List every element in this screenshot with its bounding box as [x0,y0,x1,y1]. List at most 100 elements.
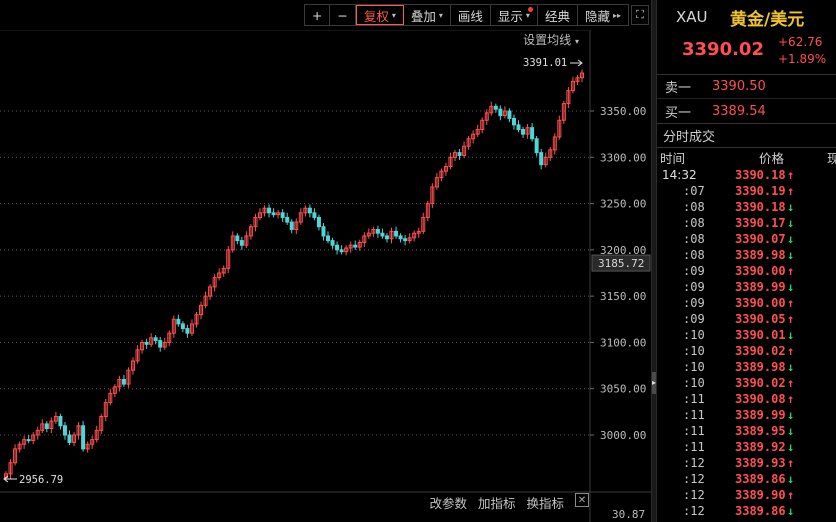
tick-price: 3390.18 [735,200,786,214]
chevron-down-icon: ▾ [438,10,443,20]
arrow-up-icon: ↑ [787,184,795,198]
ticks-title-label: 分时成交 [663,130,716,145]
arrow-up-icon: ↑ [787,344,795,358]
arrow-down-icon: ↓ [787,280,795,294]
classic-button[interactable]: 经典 [538,5,578,25]
notification-dot-icon [527,7,533,12]
candle-body [280,212,285,218]
display-label: 显示 [497,8,523,24]
arrow-up-icon: ↑ [787,376,795,390]
candle-body [498,108,503,117]
draw-line-button[interactable]: 画线 [451,5,491,25]
collapse-handle-icon[interactable]: ▸ [652,372,656,394]
candle-body [457,152,462,156]
candle-body [507,110,512,119]
tick-time: :08 [683,200,705,214]
candle-body [375,228,380,234]
column-time: 时间 [660,150,686,166]
candle-body [271,212,276,216]
candle-body [339,249,344,253]
arrow-down-icon: ↓ [787,408,795,422]
candle-body [153,337,158,342]
double-chevron-right-icon: ▸▸ [612,10,621,20]
hide-button[interactable]: 隐藏 ▸▸ [578,5,628,25]
fullscreen-button[interactable]: ⛶ [631,5,649,25]
indicator-toolbar: 改参数 加指标 换指标 ✕ [429,493,589,512]
column-volume: 现 [827,150,836,166]
switch-indicator-button[interactable]: 换指标 [526,493,564,512]
candle-body [144,341,149,345]
tick-price: 3390.00 [735,264,786,278]
tick-row: :11 3390.08 ↑ [657,392,836,408]
arrow-up-icon: ↑ [787,168,795,182]
sell-one-price: 3390.50 [712,79,766,94]
tick-row: :10 3390.02 ↑ [657,376,836,392]
candle-body [62,425,67,436]
candle-body [326,235,331,242]
tick-list: 14:32 3390.18 ↑:07 3390.19 ↑:08 3390.18 ↓:08 33… [657,168,836,520]
tick-row: :10 3389.98 ↓ [657,360,836,376]
tick-time: :07 [683,184,705,198]
tick-time: :09 [683,312,705,326]
tick-row: :09 3389.99 ↓ [657,280,836,296]
sell-one-label: 卖一 [665,81,692,96]
tick-time: :11 [683,392,705,406]
tick-row: :09 3390.00 ↑ [657,264,836,280]
tick-price: 3389.99 [735,280,786,294]
tick-time: :12 [683,488,705,502]
close-indicator-button[interactable]: ✕ [575,493,589,507]
arrow-up-icon: ↑ [787,264,795,278]
tick-row: :12 3389.93 ↑ [657,456,836,472]
y-tick-label: 3050.00 [600,383,646,396]
price-change-percent: +1.89% [778,52,827,66]
tick-row: :08 3389.98 ↓ [657,248,836,264]
candle-body [285,216,290,223]
adjust-rights-button[interactable]: 复权 ▾ [355,5,404,25]
candle-body [185,328,190,334]
y-tick-label: 3100.00 [600,336,646,349]
tick-row: :08 3390.07 ↓ [657,232,836,248]
tick-time: 14:32 [662,168,697,182]
add-indicator-button[interactable]: 加指标 [478,493,516,512]
tick-time: :10 [683,328,705,342]
candle-body [267,207,272,214]
tick-row: :07 3390.19 ↑ [657,184,836,200]
arrow-down-icon: ↓ [787,472,795,486]
candle-body [335,244,340,251]
chevron-down-icon: ▾ [391,10,396,20]
tick-price: 3389.86 [735,472,786,486]
arrow-down-icon: ↓ [787,232,795,246]
tick-time: :10 [683,344,705,358]
tick-time: :10 [683,376,705,390]
tick-row: :11 3389.92 ↓ [657,440,836,456]
ticks-title[interactable]: 分时成交 [657,124,836,148]
candle-body [493,105,498,110]
display-button[interactable]: 显示 ▾ [491,5,538,25]
overlay-button[interactable]: 叠加 ▾ [404,5,451,25]
tick-time: :10 [683,360,705,374]
tick-price: 3389.98 [735,248,786,262]
max-price-label: 3391.01 [523,57,567,69]
tick-row: 14:32 3390.18 ↑ [657,168,836,184]
arrow-up-icon: ↑ [787,312,795,326]
edit-params-button[interactable]: 改参数 [429,493,467,512]
tick-time: :12 [683,472,705,486]
candle-body [384,235,389,240]
symbol-name: 黄金/美元 [730,10,805,30]
candle-body [307,207,312,214]
y-tick-label: 3150.00 [600,290,646,303]
arrow-down-icon: ↓ [787,504,795,518]
y-tick-label: 3250.00 [600,198,646,211]
zoom-out-button[interactable]: − [330,5,356,25]
tick-price: 3390.05 [735,312,786,326]
tick-price: 3389.95 [735,424,786,438]
bid-ask-section: 卖一 3390.50 买一 3389.54 [657,75,836,124]
tick-price: 3390.02 [735,344,786,358]
tick-row: :10 3390.01 ↓ [657,328,836,344]
zoom-in-button[interactable]: + [305,5,331,25]
candle-body [521,129,526,135]
arrow-down-icon: ↓ [787,216,795,230]
candle-body [539,152,544,166]
last-price: 3390.02 [682,39,764,60]
tick-row: :09 3390.00 ↑ [657,296,836,312]
